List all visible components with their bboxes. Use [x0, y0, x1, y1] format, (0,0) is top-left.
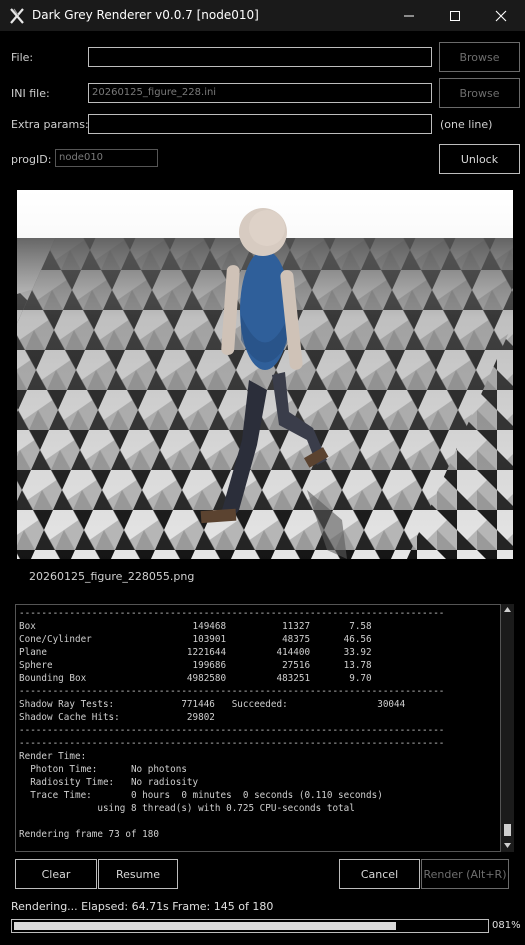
scroll-thumb[interactable] — [504, 824, 511, 836]
maximize-button[interactable] — [432, 0, 478, 31]
render-button[interactable]: Render (Alt+R) — [421, 859, 509, 889]
progid-label: progID: — [11, 153, 52, 166]
close-button[interactable] — [478, 0, 524, 31]
progress-bar — [11, 919, 489, 933]
ini-label: INI file: — [11, 87, 50, 100]
extra-params-label: Extra params: — [11, 118, 89, 131]
title-bar: Dark Grey Renderer v0.0.7 [node010] — [0, 0, 525, 31]
unlock-button[interactable]: Unlock — [439, 144, 520, 174]
status-text: Rendering... Elapsed: 64.71s Frame: 145 … — [11, 900, 274, 913]
log-scrollbar[interactable] — [501, 604, 514, 852]
rendered-scene — [17, 190, 513, 559]
progress-fill — [14, 922, 396, 930]
minimize-icon — [404, 15, 414, 16]
extra-params-hint: (one line) — [440, 118, 493, 131]
resume-button[interactable]: Resume — [98, 859, 178, 889]
render-log[interactable]: ----------------------------------------… — [15, 604, 501, 852]
progid-input[interactable]: node010 — [55, 149, 158, 167]
x-logo-icon — [10, 8, 24, 24]
scroll-down-icon[interactable] — [504, 843, 511, 848]
render-preview — [17, 190, 513, 559]
maximize-icon — [450, 10, 460, 21]
ini-input[interactable]: 20260125_figure_228.ini — [88, 83, 432, 103]
ini-browse-button[interactable]: Browse — [439, 78, 520, 108]
file-browse-button[interactable]: Browse — [439, 42, 520, 72]
scroll-up-icon[interactable] — [504, 607, 511, 612]
minimize-button[interactable] — [386, 0, 432, 31]
close-icon — [495, 10, 507, 21]
render-log-text: ----------------------------------------… — [19, 608, 445, 840]
clear-button[interactable]: Clear — [15, 859, 97, 889]
file-label: File: — [11, 51, 34, 64]
progress-percent: 081% — [492, 920, 521, 931]
output-filename: 20260125_figure_228055.png — [29, 570, 195, 583]
extra-params-input[interactable] — [88, 114, 432, 134]
window-title: Dark Grey Renderer v0.0.7 [node010] — [32, 8, 259, 22]
file-input[interactable] — [88, 47, 432, 67]
cancel-button[interactable]: Cancel — [339, 859, 420, 889]
